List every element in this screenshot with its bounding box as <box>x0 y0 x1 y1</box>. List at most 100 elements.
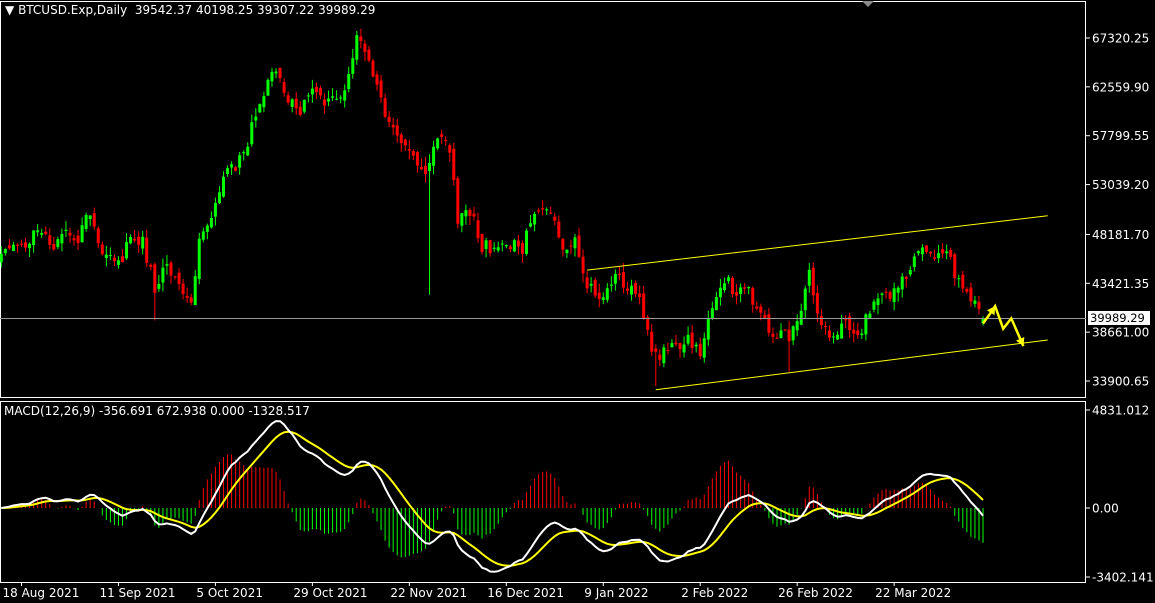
candle-body <box>646 317 650 330</box>
main-header: ▼ BTCUSD.Exp,Daily 39542.37 40198.25 393… <box>5 3 375 17</box>
candle-body <box>516 240 520 247</box>
candle-body <box>779 330 783 338</box>
candle-body <box>601 297 605 301</box>
ohlc-values: 39542.37 40198.25 39307.22 39989.29 <box>134 3 376 17</box>
time-tick-label: 22 Nov 2021 <box>390 586 467 600</box>
candle-body <box>767 314 771 333</box>
candle-body <box>476 220 480 239</box>
candle-body <box>456 178 460 224</box>
time-tick-label: 16 Dec 2021 <box>487 586 564 600</box>
candle-body <box>496 247 500 251</box>
candle-body <box>912 256 916 267</box>
candle-body <box>36 230 40 233</box>
candle-body <box>391 124 395 128</box>
candle-body <box>718 287 722 298</box>
candle-body <box>157 284 161 289</box>
candle-body <box>823 326 827 328</box>
candle-body <box>541 208 545 210</box>
candle-body <box>258 104 262 113</box>
candle-body <box>403 139 407 146</box>
candle-body <box>953 254 957 279</box>
candle-body <box>428 162 432 171</box>
candle-body <box>973 300 977 304</box>
candle-body <box>561 238 565 250</box>
triangle-down-icon[interactable]: ▼ <box>5 3 14 17</box>
candle-body <box>803 288 807 311</box>
candle-body <box>424 165 427 175</box>
candle-body <box>864 314 868 335</box>
candle-body <box>965 288 969 292</box>
candle-body <box>557 221 561 238</box>
candle-body <box>432 146 436 166</box>
price-tick-label: 67320.25 <box>1092 32 1149 46</box>
candle-body <box>24 242 28 248</box>
candle-body <box>169 262 173 276</box>
candle-body <box>585 277 589 289</box>
candle-body <box>480 234 484 253</box>
candle-body <box>537 210 541 212</box>
candle-body <box>626 288 629 291</box>
candle-body <box>900 276 904 290</box>
candle-body <box>759 306 763 313</box>
candle-body <box>347 74 351 90</box>
candle-body <box>807 269 811 286</box>
candle-body <box>868 313 872 319</box>
candle-body <box>278 67 282 78</box>
candle-body <box>331 96 335 98</box>
candle-body <box>32 230 36 246</box>
candle-body <box>811 267 815 296</box>
candle-body <box>662 347 666 364</box>
candle-body <box>359 36 363 42</box>
window-split-marker-icon <box>862 1 874 7</box>
candle-body <box>76 235 80 243</box>
candle-body <box>710 308 714 319</box>
candle-body <box>836 334 840 340</box>
candle-body <box>407 149 411 151</box>
time-tick-label: 22 Mar 2022 <box>875 586 951 600</box>
candle-body <box>28 243 32 249</box>
candle-body <box>775 337 779 339</box>
price-tick-label: 62559.90 <box>1092 80 1149 94</box>
time-tick-label: 2 Feb 2022 <box>681 586 748 600</box>
candle-body <box>351 58 355 74</box>
candle-body <box>876 298 880 306</box>
candle-body <box>472 213 476 217</box>
price-tick-label: 43421.35 <box>1092 277 1149 291</box>
candle-body <box>363 43 367 52</box>
candle-body <box>468 209 472 216</box>
candle-body <box>335 98 339 100</box>
candle-body <box>828 330 831 338</box>
candle-body <box>896 287 900 293</box>
channel-upper-line <box>587 215 1048 271</box>
candle-body <box>815 293 819 314</box>
macd-histogram <box>4 454 984 558</box>
candle-body <box>799 310 803 325</box>
candle-body <box>339 97 343 99</box>
candle-body <box>520 243 524 254</box>
candle-body <box>254 116 258 121</box>
candle-body <box>7 245 11 249</box>
candle-body <box>68 232 72 236</box>
candle-body <box>670 343 674 348</box>
candle-body <box>743 287 747 289</box>
candle-body <box>525 230 528 254</box>
price-tick-label: 48181.70 <box>1092 228 1149 242</box>
trading-chart[interactable]: 67320.25 62559.90 57799.55 53039.20 48181.70… <box>0 0 1155 603</box>
candle-body <box>226 168 230 174</box>
candle-body <box>727 277 730 282</box>
candle-body <box>318 88 322 96</box>
candle-body <box>690 332 694 348</box>
candle-body <box>121 256 124 262</box>
candle-body <box>460 213 464 226</box>
candle-body <box>375 74 379 85</box>
candle-body <box>379 80 383 98</box>
candle-body <box>706 318 710 340</box>
time-tick-label: 9 Jan 2022 <box>584 586 648 600</box>
candle-body <box>545 209 549 211</box>
candle-body <box>694 344 698 347</box>
candle-body <box>908 269 912 275</box>
candle-body <box>924 245 928 253</box>
candle-body <box>884 291 888 293</box>
candle-body <box>44 231 48 235</box>
candle-body <box>238 155 242 168</box>
